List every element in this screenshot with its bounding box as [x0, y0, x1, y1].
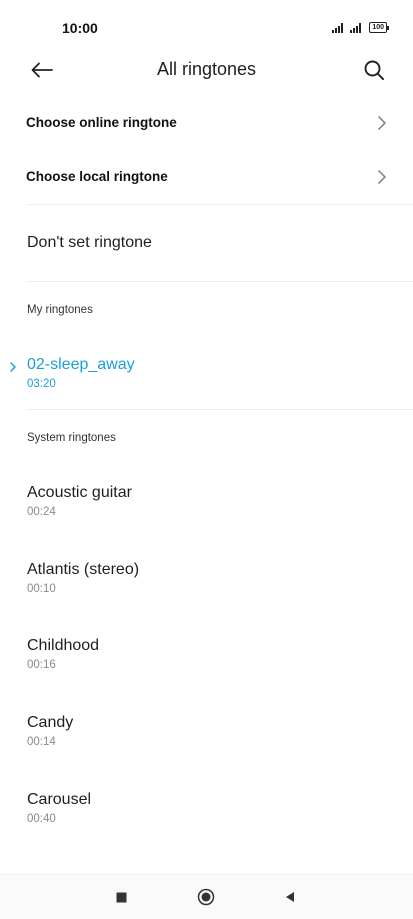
page-title: All ringtones [156, 59, 257, 79]
ringtone-item[interactable]: Candy 00:14 [0, 714, 413, 778]
divider [26, 409, 413, 410]
ringtone-name: Candy [27, 714, 74, 731]
dont-set-ringtone[interactable]: Don't set ringtone [0, 206, 413, 280]
choose-online-ringtone[interactable]: Choose online ringtone [0, 98, 413, 152]
dont-set-label: Don't set ringtone [27, 234, 152, 251]
status-icons: 100 [332, 22, 389, 33]
status-time: 10:00 [62, 20, 98, 36]
ringtone-name: Childhood [27, 637, 100, 654]
ringtone-item[interactable]: Childhood 00:16 [0, 637, 413, 701]
ringtone-name: Atlantis (stereo) [27, 561, 140, 578]
system-ringtones-header: System ringtones [27, 432, 116, 444]
battery-level: 100 [372, 24, 384, 31]
square-icon [116, 892, 126, 902]
search-icon [364, 60, 384, 80]
search-button[interactable] [359, 55, 389, 85]
choose-local-label: Choose local ringtone [26, 169, 168, 184]
recents-button[interactable] [111, 887, 131, 907]
ringtone-duration: 00:10 [27, 583, 56, 595]
ringtone-name: Carousel [27, 791, 92, 808]
triangle-left-icon [286, 892, 294, 902]
choose-local-ringtone[interactable]: Choose local ringtone [0, 152, 413, 206]
app-header: All ringtones [0, 50, 413, 90]
ringtone-item[interactable]: Carousel 00:40 [0, 791, 413, 855]
ringtone-name: Acoustic guitar [27, 484, 132, 501]
divider [26, 281, 413, 282]
choose-online-label: Choose online ringtone [26, 115, 177, 130]
circle-icon [197, 888, 215, 906]
ringtone-duration: 03:20 [27, 378, 56, 390]
ringtone-item[interactable]: Atlantis (stereo) 00:10 [0, 561, 413, 625]
my-ringtones-header: My ringtones [27, 304, 93, 316]
ringtone-duration: 00:24 [27, 506, 56, 518]
ringtone-name: 02-sleep_away [27, 356, 135, 373]
selected-indicator-icon [10, 362, 16, 372]
chevron-right-icon [378, 170, 386, 184]
ringtone-duration: 00:16 [27, 659, 56, 671]
ringtone-duration: 00:40 [27, 813, 56, 825]
navigation-bar [0, 874, 413, 919]
ringtone-duration: 00:14 [27, 736, 56, 748]
home-button[interactable] [196, 887, 216, 907]
nav-back-button[interactable] [280, 887, 300, 907]
signal-icon [332, 22, 344, 33]
battery-icon: 100 [369, 22, 389, 33]
ringtone-item-selected[interactable]: 02-sleep_away 03:20 [0, 356, 413, 420]
ringtone-item[interactable]: Acoustic guitar 00:24 [0, 484, 413, 548]
chevron-right-icon [378, 116, 386, 130]
signal-icon [350, 22, 362, 33]
divider [26, 204, 413, 205]
